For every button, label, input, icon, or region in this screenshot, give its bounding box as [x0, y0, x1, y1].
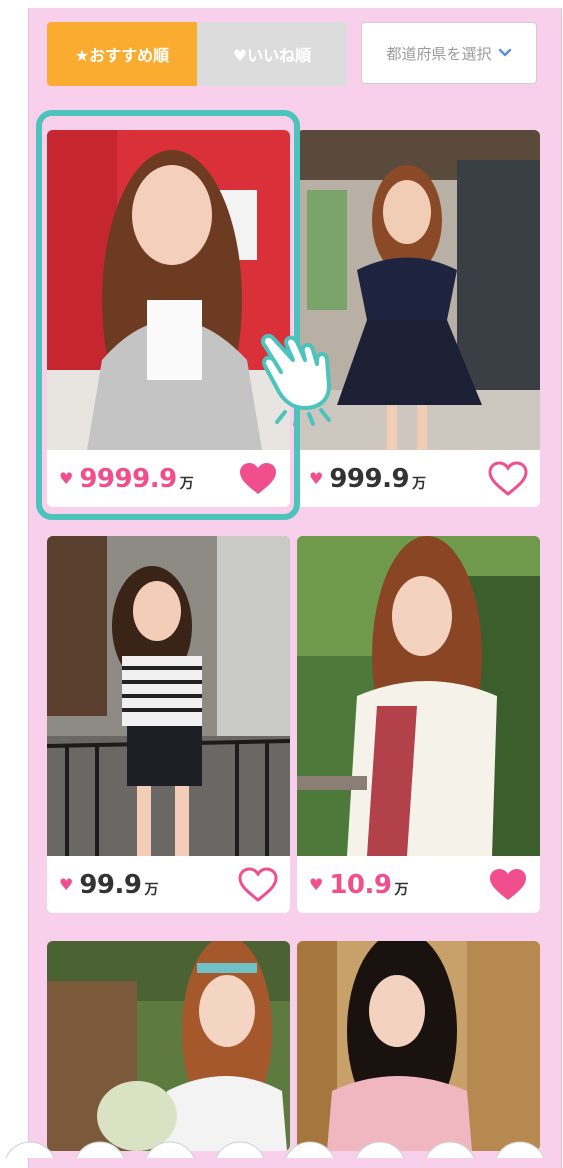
like-count: 99.9: [79, 869, 142, 900]
like-heart-icon[interactable]: [488, 867, 528, 903]
heart-icon: ♥: [59, 468, 74, 488]
tab-recommended[interactable]: ★おすすめ順: [47, 22, 197, 86]
profile-photo[interactable]: [47, 536, 290, 856]
card-info: ♥ 99.9 万: [47, 856, 290, 913]
like-heart-icon[interactable]: [488, 460, 528, 497]
like-count: 999.9: [329, 463, 410, 494]
profile-photo[interactable]: [47, 941, 290, 1151]
heart-icon: ♥: [309, 468, 324, 488]
heart-icon: ♥: [309, 874, 324, 894]
like-count: 10.9: [329, 869, 392, 900]
like-count-unit: 万: [394, 881, 409, 898]
sort-tabs: ★おすすめ順 ♥いいね順: [47, 22, 347, 86]
profile-card[interactable]: ♥ 9999.9 万: [47, 130, 290, 507]
card-info: ♥ 999.9 万: [297, 450, 540, 507]
like-count-unit: 万: [179, 475, 194, 492]
like-heart-icon[interactable]: [238, 866, 278, 903]
like-heart-icon[interactable]: [238, 461, 278, 497]
prefecture-select-label: 都道府県を選択: [386, 44, 492, 63]
profile-photo[interactable]: [297, 536, 540, 856]
chevron-down-icon: [498, 48, 511, 57]
card-info: ♥ 10.9 万: [297, 856, 540, 913]
like-count: 9999.9: [79, 463, 177, 494]
prefecture-select[interactable]: 都道府県を選択: [361, 22, 537, 84]
bottom-thumbnail-strip: [5, 1141, 545, 1158]
profile-card[interactable]: ♥ 999.9 万: [297, 130, 540, 507]
heart-icon: ♥: [59, 874, 74, 894]
hand-pointer-icon: [260, 333, 331, 426]
profile-card[interactable]: ♥ 10.9 万: [297, 536, 540, 913]
tab-likes[interactable]: ♥いいね順: [197, 22, 347, 86]
card-info: ♥ 9999.9 万: [47, 450, 290, 507]
profile-card[interactable]: [297, 941, 540, 1151]
profile-photo[interactable]: [297, 941, 540, 1151]
profile-photo[interactable]: [47, 130, 290, 450]
like-count-unit: 万: [144, 881, 159, 898]
like-count-unit: 万: [412, 475, 427, 492]
profile-card[interactable]: [47, 941, 290, 1151]
profile-card[interactable]: ♥ 99.9 万: [47, 536, 290, 913]
